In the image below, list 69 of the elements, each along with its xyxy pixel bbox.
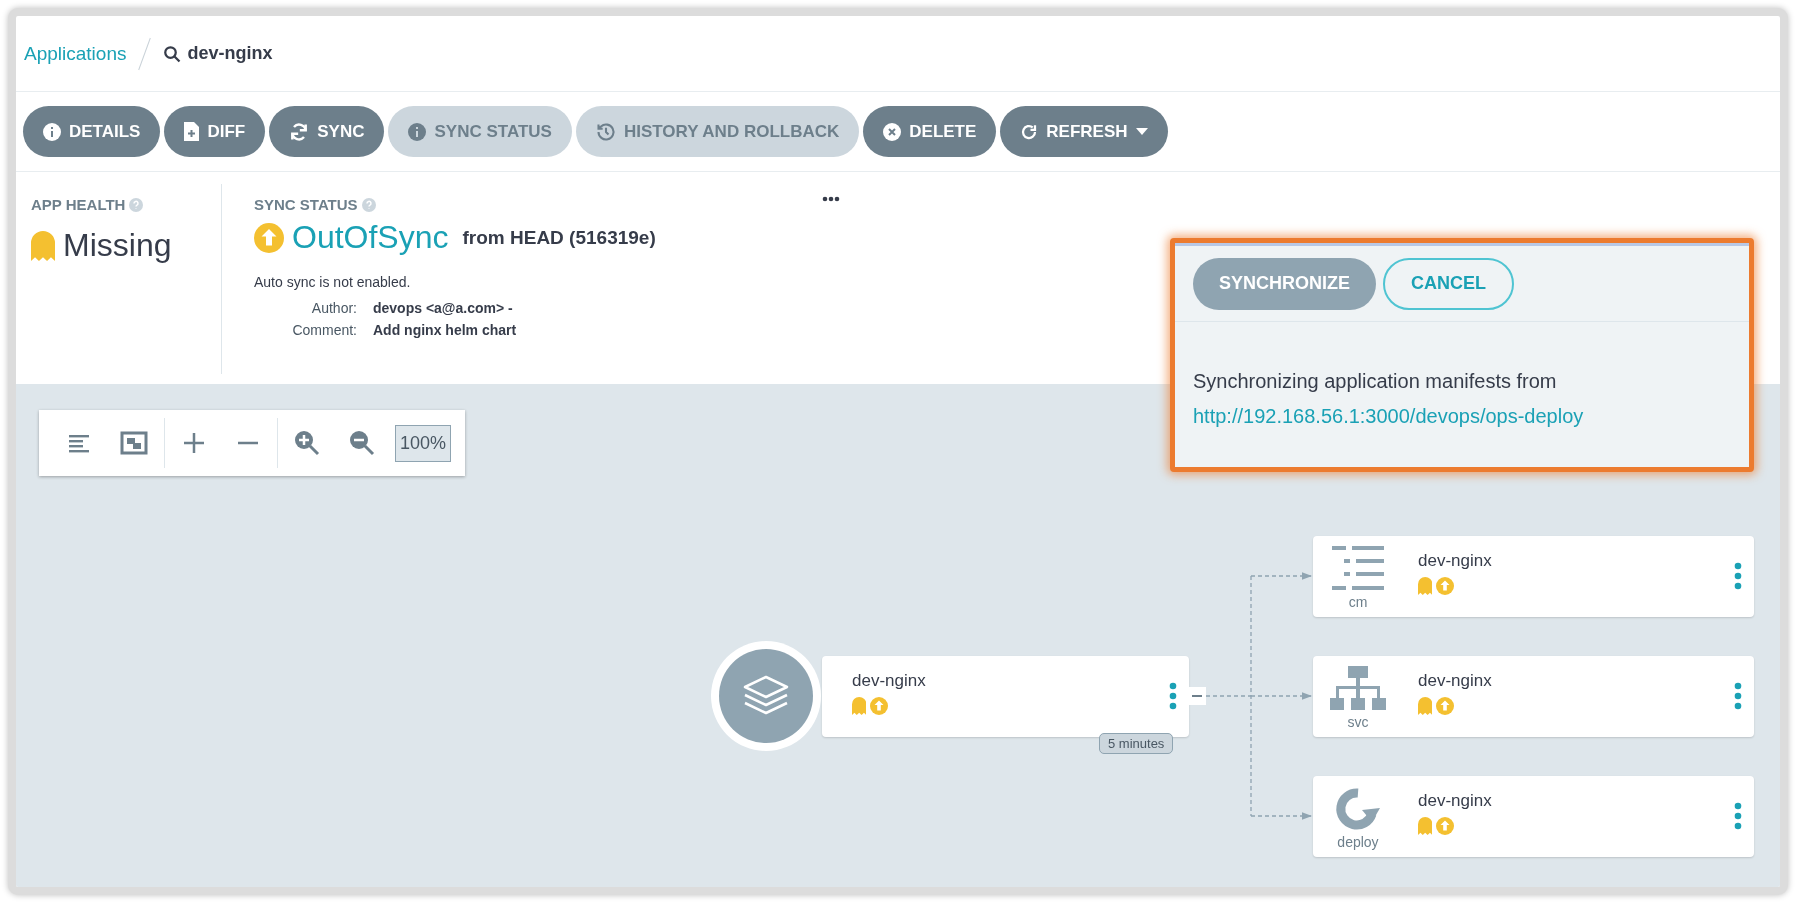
caret-icon (1135, 127, 1148, 136)
ghost-icon (1418, 577, 1433, 595)
node-menu-button[interactable] (1734, 562, 1742, 590)
file-plus-icon (184, 122, 200, 141)
synchronize-button[interactable]: SYNCHRONIZE (1193, 257, 1376, 310)
close-circle-icon (883, 122, 902, 141)
arrow-up-circle-icon (1436, 697, 1455, 715)
health-status: Missing (63, 227, 172, 264)
rotate-icon (1334, 786, 1382, 832)
toolbar-button[interactable]: REFRESH (1000, 106, 1168, 157)
sync-status: OutOfSync (292, 219, 449, 256)
node-name: dev-nginx (1418, 551, 1492, 571)
arrow-up-circle-icon (870, 697, 889, 715)
ghost-icon (31, 230, 55, 261)
section-title: SYNC STATUS (254, 196, 358, 213)
sync-message: Synchronizing application manifests from (1193, 369, 1558, 394)
toolbar-button[interactable]: DELETE (863, 106, 997, 157)
resource-kind: cm (1348, 594, 1368, 610)
info-icon (408, 122, 427, 141)
breadcrumb-current: dev-nginx (187, 43, 273, 64)
breadcrumb-link[interactable]: Applications (24, 42, 127, 65)
search-icon (163, 44, 182, 63)
collapse-button[interactable] (1188, 687, 1206, 705)
history-icon (595, 121, 616, 142)
node-name: dev-nginx (1418, 671, 1492, 691)
arrow-up-circle-icon (254, 222, 284, 253)
more-vertical-icon (1734, 802, 1742, 830)
ghost-icon (1418, 817, 1433, 835)
resource-node-card[interactable]: deploy dev-nginx (1313, 776, 1754, 857)
more-vertical-icon (1734, 562, 1742, 590)
section-title: APP HEALTH (31, 196, 126, 213)
cancel-button[interactable]: CANCEL (1383, 257, 1514, 310)
ghost-icon (1418, 697, 1433, 715)
toolbar-button[interactable]: DETAILS (23, 106, 161, 157)
arrow-up-circle-icon (1436, 577, 1455, 595)
refresh-icon (1020, 122, 1039, 141)
more-horizontal-icon[interactable] (822, 196, 840, 202)
help-icon (129, 197, 144, 212)
list-icon (1332, 546, 1384, 592)
network-tree-icon (1330, 666, 1386, 712)
minus-icon (1192, 695, 1202, 697)
resource-node-card[interactable]: svc dev-nginx (1313, 656, 1754, 737)
resource-kind: deploy (1337, 834, 1379, 850)
auto-sync-note: Auto sync is not enabled. (254, 274, 412, 290)
detail-label: Comment: (291, 322, 357, 338)
repo-link[interactable]: http://192.168.56.1:3000/devops/ops-deploy (1193, 405, 1584, 427)
resource-kind: svc (1347, 714, 1369, 730)
sync-icon (289, 121, 310, 142)
ghost-icon (852, 697, 867, 715)
more-vertical-icon (1734, 682, 1742, 710)
revision-text: from HEAD (516319e) (462, 226, 656, 249)
arrow-up-circle-icon (1436, 817, 1455, 835)
detail-label: Author: (310, 300, 357, 316)
node-menu-button[interactable] (1734, 682, 1742, 710)
more-vertical-icon (1169, 682, 1177, 710)
detail-value: devops <a@a.com> - (373, 300, 514, 316)
age-badge: 5 minutes (1099, 733, 1174, 754)
info-icon (43, 122, 61, 141)
node-name: dev-nginx (852, 671, 926, 691)
node-menu-button[interactable] (1169, 682, 1177, 710)
toolbar-button[interactable]: SYNC (269, 106, 385, 157)
app-node-card[interactable]: dev-nginx (822, 656, 1189, 737)
toolbar-button[interactable]: DIFF (164, 106, 266, 157)
help-icon (361, 197, 376, 212)
node-name: dev-nginx (1418, 791, 1492, 811)
node-menu-button[interactable] (1734, 802, 1742, 830)
zoom-level[interactable]: 100% (394, 424, 451, 462)
detail-value: Add nginx helm chart (373, 322, 518, 338)
resource-node-card[interactable]: cm dev-nginx (1313, 536, 1754, 617)
